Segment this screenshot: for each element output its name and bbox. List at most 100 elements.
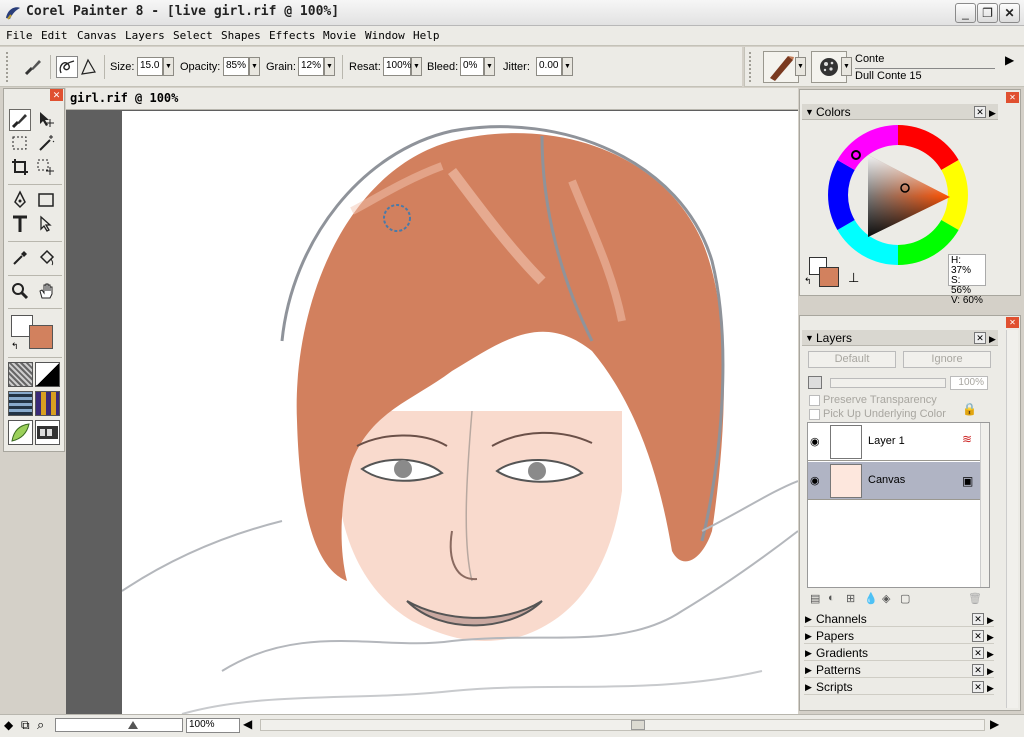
layer-adjuster-tool[interactable] [35,109,57,131]
gradients-section[interactable]: ▶ Gradients ✕ ▶ [804,645,994,661]
toolbox-close-icon[interactable]: ✕ [50,89,63,101]
opacity-field[interactable]: 100% [950,376,988,390]
menu-shapes[interactable]: Shapes [221,29,261,42]
rectangle-shape-tool[interactable] [35,190,57,212]
color-wheel[interactable] [828,125,968,265]
composite-method-select[interactable]: Default [808,351,896,368]
lock-icon[interactable]: 🔒 [962,402,977,416]
panel-close-icon[interactable]: ✕ [1006,92,1019,103]
look-selector[interactable] [8,420,33,445]
selection-adjuster-tool[interactable] [35,157,57,179]
panel-x-icon[interactable]: ✕ [972,664,984,676]
magic-wand-tool[interactable] [35,133,57,155]
pen-tool[interactable] [9,190,31,212]
water-drop-icon[interactable]: 💧 [864,592,878,605]
minimize-button[interactable]: _ [955,3,976,23]
menu-edit[interactable]: Edit [41,29,68,42]
paper-selector[interactable] [8,362,33,387]
jitter-field[interactable]: 0.00 [536,57,562,76]
panel-x-icon[interactable]: ✕ [972,647,984,659]
grain-field[interactable]: 12% [298,57,324,76]
composite-depth-select[interactable]: Ignore [903,351,991,368]
layer-mask-icon[interactable]: ◈ [882,592,890,605]
panel-menu-icon[interactable]: ▶ [987,646,994,662]
panel-menu-icon[interactable]: ▶ [987,612,994,628]
panel-x-icon[interactable]: ✕ [972,613,984,625]
lock-icon[interactable]: ▣ [962,474,973,488]
paint-bucket-tool[interactable] [35,248,57,270]
panel-menu-icon[interactable]: ▶ [989,331,996,347]
create-mask-icon[interactable]: ▢ [900,592,910,605]
close-button[interactable]: ✕ [999,3,1020,23]
swap-colors-icon[interactable]: ↰ [804,276,812,287]
scripts-section[interactable]: ▶ Scripts ✕ ▶ [804,679,994,695]
panel-close-icon[interactable]: ✕ [1006,317,1019,328]
panel-x-icon[interactable]: ✕ [974,106,986,118]
crop-tool[interactable] [9,157,31,179]
panel-menu-icon[interactable]: ▶ [987,663,994,679]
jitter-dropdown-icon[interactable]: ▼ [562,57,573,76]
menu-movie[interactable]: Movie [323,29,356,42]
brush-category-dropdown-icon[interactable]: ▼ [795,57,806,76]
panel-x-icon[interactable]: ✕ [972,681,984,693]
shape-selection-tool[interactable] [35,214,57,236]
scroll-left-icon[interactable]: ◀ [243,717,252,731]
papers-section[interactable]: ▶ Papers ✕ ▶ [804,628,994,644]
opacity-dropdown-icon[interactable]: ▼ [249,57,260,76]
preserve-transparency-checkbox[interactable] [809,395,820,406]
swap-colors-icon[interactable]: ↰ [11,341,19,352]
restore-button[interactable]: ❐ [977,3,998,23]
straight-line-stroke-icon[interactable] [79,56,99,78]
rectangular-selection-tool[interactable] [9,133,31,155]
toolbar-grip[interactable] [749,52,753,82]
dropper-tool[interactable] [9,248,31,270]
primary-color-swatch[interactable] [29,325,53,349]
menu-window[interactable]: Window [365,29,405,42]
painter-app-icon[interactable] [4,4,22,22]
layer-row-canvas[interactable]: ◉ Canvas ▣ [808,462,980,500]
delete-layer-icon[interactable]: 🗑 [968,592,982,605]
binoculars-icon[interactable]: ⧉ [21,718,30,733]
channels-section[interactable]: ▶ Channels ✕ ▶ [804,611,994,627]
patterns-section[interactable]: ▶ Patterns ✕ ▶ [804,662,994,678]
magnifier-tool[interactable] [9,281,31,303]
colors-panel-header[interactable]: ▼ Colors ✕ ▶ [802,104,998,120]
resat-dropdown-icon[interactable]: ▼ [411,57,422,76]
panel-x-icon[interactable]: ✕ [972,630,984,642]
menu-layers[interactable]: Layers [125,29,165,42]
weaving-selector[interactable] [35,391,60,416]
scrollbar-thumb[interactable] [631,720,645,730]
brush-tool[interactable] [9,109,31,131]
grabber-tool[interactable] [35,281,57,303]
horizontal-scrollbar[interactable] [260,719,985,731]
gradient-selector[interactable] [35,362,60,387]
dynamic-plugins-icon[interactable]: ◐ [828,592,835,604]
panel-menu-icon[interactable]: ▶ [987,629,994,645]
nozzle-selector[interactable] [35,420,60,445]
opacity-field[interactable]: 85% [223,57,249,76]
menu-help[interactable]: Help [413,29,440,42]
layer-list-scrollbar[interactable] [980,423,989,587]
drawing-canvas[interactable] [122,111,798,714]
panel-menu-icon[interactable]: ▶ [987,680,994,696]
clone-color-stamp-icon[interactable]: ⊥ [848,270,859,286]
zoom-slider-thumb[interactable] [128,721,138,729]
brush-tool-icon[interactable] [22,57,44,77]
panel-menu-icon[interactable]: ▶ [989,105,996,121]
freehand-stroke-icon[interactable] [56,56,78,78]
new-layer-icon[interactable]: ⊞ [846,592,855,605]
text-tool[interactable] [9,214,31,236]
layer-commands-icon[interactable]: ▤ [810,592,820,605]
toolbar-grip[interactable] [6,52,10,82]
zoom-slider[interactable] [55,718,183,732]
scroll-right-icon[interactable]: ▶ [990,717,999,731]
panel-scrollbar[interactable] [1006,330,1018,708]
bleed-dropdown-icon[interactable]: ▼ [484,57,495,76]
brush-category-button[interactable] [763,51,799,83]
visibility-eye-icon[interactable]: ◉ [810,435,820,448]
bleed-field[interactable]: 0% [460,57,484,76]
brush-variant-dropdown-icon[interactable]: ▼ [841,57,852,76]
menu-canvas[interactable]: Canvas [77,29,117,42]
pattern-selector[interactable] [8,391,33,416]
menu-effects[interactable]: Effects [269,29,315,42]
